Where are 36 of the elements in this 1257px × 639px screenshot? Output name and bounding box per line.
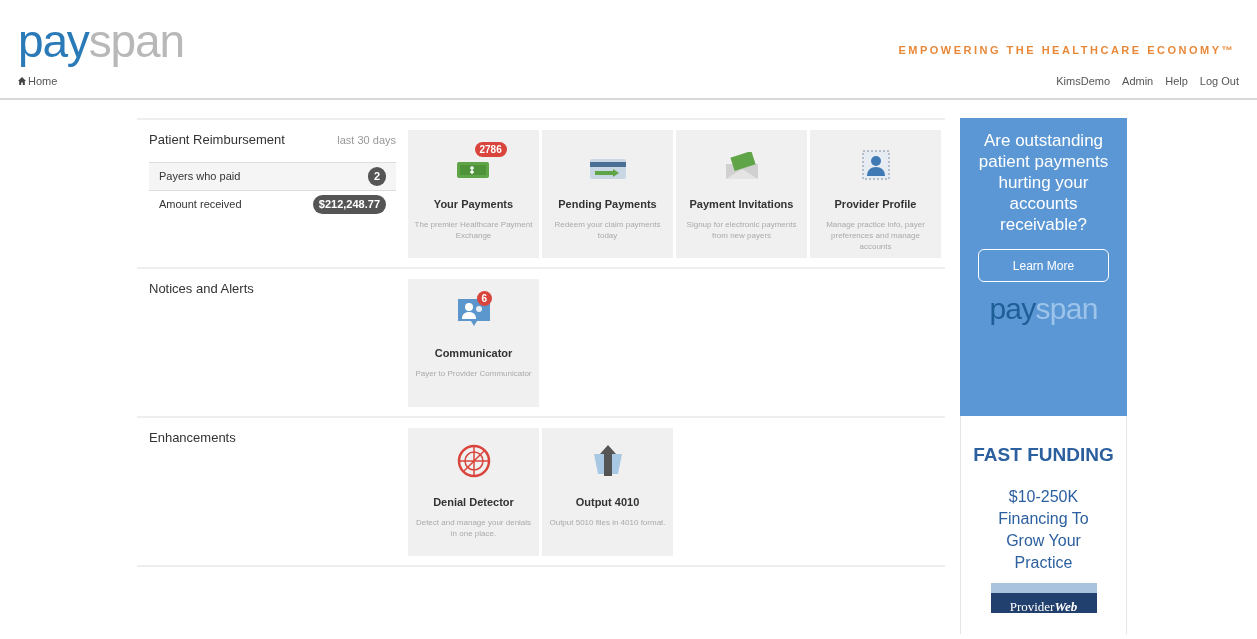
radar-icon xyxy=(456,444,491,478)
envelope-icon xyxy=(723,152,760,180)
tile-title: Output 4010 xyxy=(575,495,640,510)
provider-logo: ProviderWeb xyxy=(990,582,1097,613)
period-label: last 30 days xyxy=(337,133,396,148)
tile-description: The premier Healthcare Payment Exchange xyxy=(414,218,533,241)
tile-title: Your Payments xyxy=(433,197,514,212)
tile-title: Pending Payments xyxy=(558,197,657,212)
tile[interactable]: 2786 Your Payments The premier Healthcare Payment Exchange xyxy=(408,130,539,258)
stat-label: Amount received xyxy=(159,197,242,213)
card-icon xyxy=(588,158,627,180)
count-badge: 2 xyxy=(367,167,386,186)
funding-heading: FAST FUNDING xyxy=(973,443,1114,467)
promo-text: Are outstanding patient payments hurting your accounts receivable? xyxy=(977,130,1110,235)
person-icon xyxy=(861,150,890,180)
payspan-logo: payspan xyxy=(989,294,1098,324)
tile[interactable]: 6 Communicator Payer to Provider Communicator xyxy=(408,279,539,407)
section-title: Notices and Alerts xyxy=(149,280,254,298)
nav-link[interactable]: Admin xyxy=(1122,72,1154,90)
count-badge: $212,248.77 xyxy=(312,195,386,214)
count-badge: 2786 xyxy=(474,142,507,157)
home-icon xyxy=(18,77,26,85)
funding-text: $10-250K Financing To Grow Your Practice xyxy=(997,486,1090,573)
tile-title: Provider Profile xyxy=(834,197,917,212)
section-title: Enhancements xyxy=(149,429,236,447)
nav-link[interactable]: Help xyxy=(1165,72,1188,90)
tile-title: Communicator xyxy=(434,346,513,361)
tile-description: Payer to Provider Communicator xyxy=(415,367,532,379)
nav-link[interactable]: Log Out xyxy=(1199,72,1239,90)
tile-title: Denial Detector xyxy=(433,495,514,510)
section-title: Patient Reimbursement xyxy=(149,131,285,149)
nav-link[interactable]: KimsDemo xyxy=(1056,72,1111,90)
stat-label: Payers who paid xyxy=(159,169,241,185)
home-link[interactable]: Home xyxy=(18,72,58,90)
tagline: EMPOWERING THE HEALTHCARE ECONOMY™ xyxy=(898,42,1235,58)
tile-title: Payment Invitations xyxy=(689,197,794,212)
